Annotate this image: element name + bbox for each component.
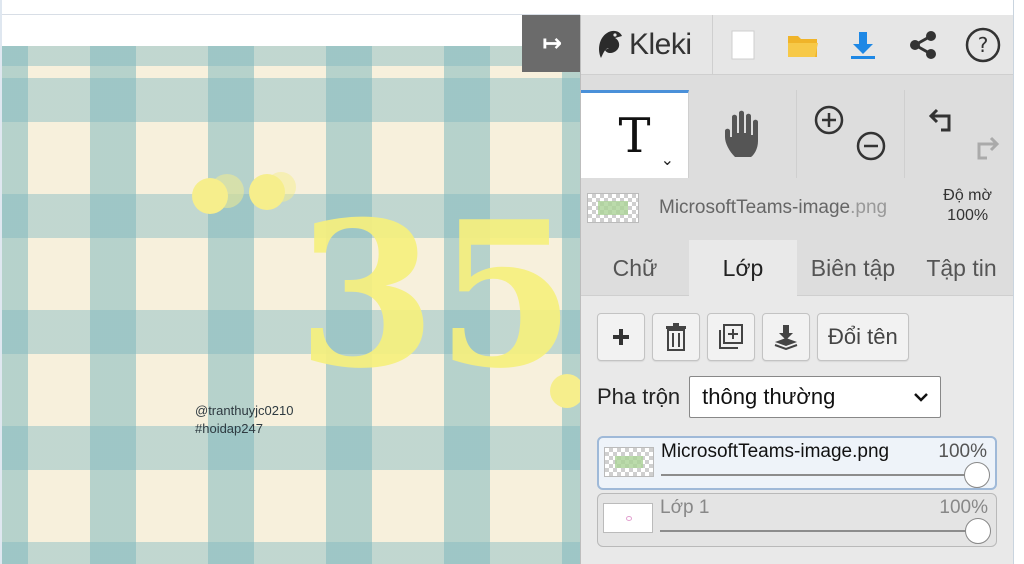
hand-tool-button[interactable] bbox=[689, 90, 797, 178]
trash-icon bbox=[666, 323, 686, 351]
add-layer-button[interactable] bbox=[597, 313, 645, 361]
open-file-button[interactable] bbox=[773, 15, 833, 75]
share-button[interactable] bbox=[893, 15, 953, 75]
sidebar-topbar: Kleki ? bbox=[581, 14, 1014, 75]
undo-icon[interactable] bbox=[927, 104, 959, 136]
redo-icon[interactable] bbox=[969, 132, 1001, 164]
collapse-arrow-icon: ↦ bbox=[541, 30, 563, 57]
duplicate-icon bbox=[719, 324, 743, 349]
download-icon bbox=[851, 31, 875, 59]
help-button[interactable]: ? bbox=[953, 15, 1013, 75]
opacity-label: Độ mờ bbox=[943, 187, 992, 204]
layer-thumbnail bbox=[604, 447, 654, 477]
canvas-top-strip bbox=[2, 0, 580, 15]
zoom-out-icon[interactable] bbox=[855, 130, 887, 162]
svg-text:?: ? bbox=[978, 33, 989, 57]
zoom-in-icon[interactable] bbox=[813, 104, 845, 136]
tool-row: T ⌄ bbox=[581, 90, 1014, 178]
layer-item-lop-1[interactable]: Lớp 1 100% bbox=[597, 493, 997, 547]
layer-thumbnail bbox=[603, 503, 653, 533]
watermark-line-1: @tranthuyjc0210 bbox=[195, 403, 294, 418]
kleki-logo[interactable]: Kleki bbox=[581, 14, 713, 75]
tab-edit[interactable]: Biên tập bbox=[797, 240, 909, 296]
duplicate-layer-button[interactable] bbox=[707, 313, 755, 361]
active-layer-name: MicrosoftTeams-image.png bbox=[659, 197, 888, 218]
layer-name: MicrosoftTeams-image.png bbox=[661, 441, 890, 462]
kleki-bird-icon bbox=[599, 30, 622, 58]
blend-mode-row: Pha trộn thông thường bbox=[597, 376, 942, 418]
help-icon: ? bbox=[965, 27, 1001, 62]
yellow-dot bbox=[210, 174, 244, 208]
logo-text: Kleki bbox=[629, 27, 692, 61]
yellow-dot bbox=[266, 172, 296, 202]
hand-icon bbox=[724, 110, 758, 157]
layer-opacity-slider-track[interactable] bbox=[661, 474, 983, 476]
drawing-canvas[interactable]: 35 @tranthuyjc0210 #hoidap247 bbox=[2, 46, 580, 564]
history-controls bbox=[905, 90, 1013, 178]
window-right-edge bbox=[1013, 0, 1024, 564]
tab-file[interactable]: Tập tin bbox=[909, 240, 1014, 296]
collapse-sidebar-button[interactable]: ↦ bbox=[522, 15, 580, 72]
drawing-canvas-area[interactable]: 35 @tranthuyjc0210 #hoidap247 ↦ bbox=[0, 0, 580, 564]
watermark-line-2: #hoidap247 bbox=[195, 421, 263, 436]
active-layer-opacity: Độ mờ 100% bbox=[943, 186, 992, 226]
layer-opacity: 100% bbox=[938, 441, 987, 462]
share-icon bbox=[910, 30, 936, 59]
text-tool-button[interactable]: T ⌄ bbox=[581, 90, 689, 178]
merge-down-button[interactable] bbox=[762, 313, 810, 361]
chevron-down-icon bbox=[914, 393, 929, 402]
sidebar: Kleki ? T ⌄ MicrosoftTeams-image.png Độ … bbox=[580, 14, 1014, 564]
delete-layer-button[interactable] bbox=[652, 313, 700, 361]
tab-layers[interactable]: Lớp bbox=[689, 240, 797, 296]
layer-opacity: 100% bbox=[939, 497, 988, 518]
zoom-controls bbox=[797, 90, 905, 178]
plus-icon bbox=[613, 329, 629, 345]
open-folder-icon bbox=[788, 35, 818, 57]
layer-actions: Đổi tên bbox=[597, 313, 909, 361]
layer-name: Lớp 1 bbox=[660, 497, 710, 518]
download-button[interactable] bbox=[833, 15, 893, 75]
layer-opacity-slider-track[interactable] bbox=[660, 530, 984, 532]
blend-mode-select[interactable]: thông thường bbox=[689, 376, 942, 418]
layer-item-microsoftteams-image[interactable]: MicrosoftTeams-image.png 100% bbox=[597, 436, 997, 490]
active-layer-thumbnail bbox=[587, 193, 639, 223]
canvas-number-art: 35 bbox=[297, 178, 576, 413]
opacity-value: 100% bbox=[947, 207, 989, 224]
active-layer-preview: MicrosoftTeams-image.png Độ mờ 100% bbox=[581, 183, 1014, 233]
layers-panel: Đổi tên Pha trộn thông thường MicrosoftT… bbox=[581, 296, 1014, 564]
blend-mode-value: thông thường bbox=[702, 384, 836, 409]
sidebar-tabs: Chữ Lớp Biên tập Tập tin bbox=[581, 240, 1014, 296]
layer-opacity-slider-handle[interactable] bbox=[964, 462, 990, 488]
chevron-down-icon[interactable]: ⌄ bbox=[661, 150, 674, 170]
new-document-button[interactable] bbox=[713, 15, 773, 75]
new-document-icon bbox=[731, 30, 755, 59]
layer-opacity-slider-handle[interactable] bbox=[965, 518, 991, 544]
rename-layer-button[interactable]: Đổi tên bbox=[817, 313, 909, 361]
merge-down-icon bbox=[774, 325, 798, 350]
text-tool-icon: T bbox=[618, 107, 651, 164]
tab-text[interactable]: Chữ bbox=[581, 240, 689, 296]
blend-mode-label: Pha trộn bbox=[597, 384, 681, 409]
